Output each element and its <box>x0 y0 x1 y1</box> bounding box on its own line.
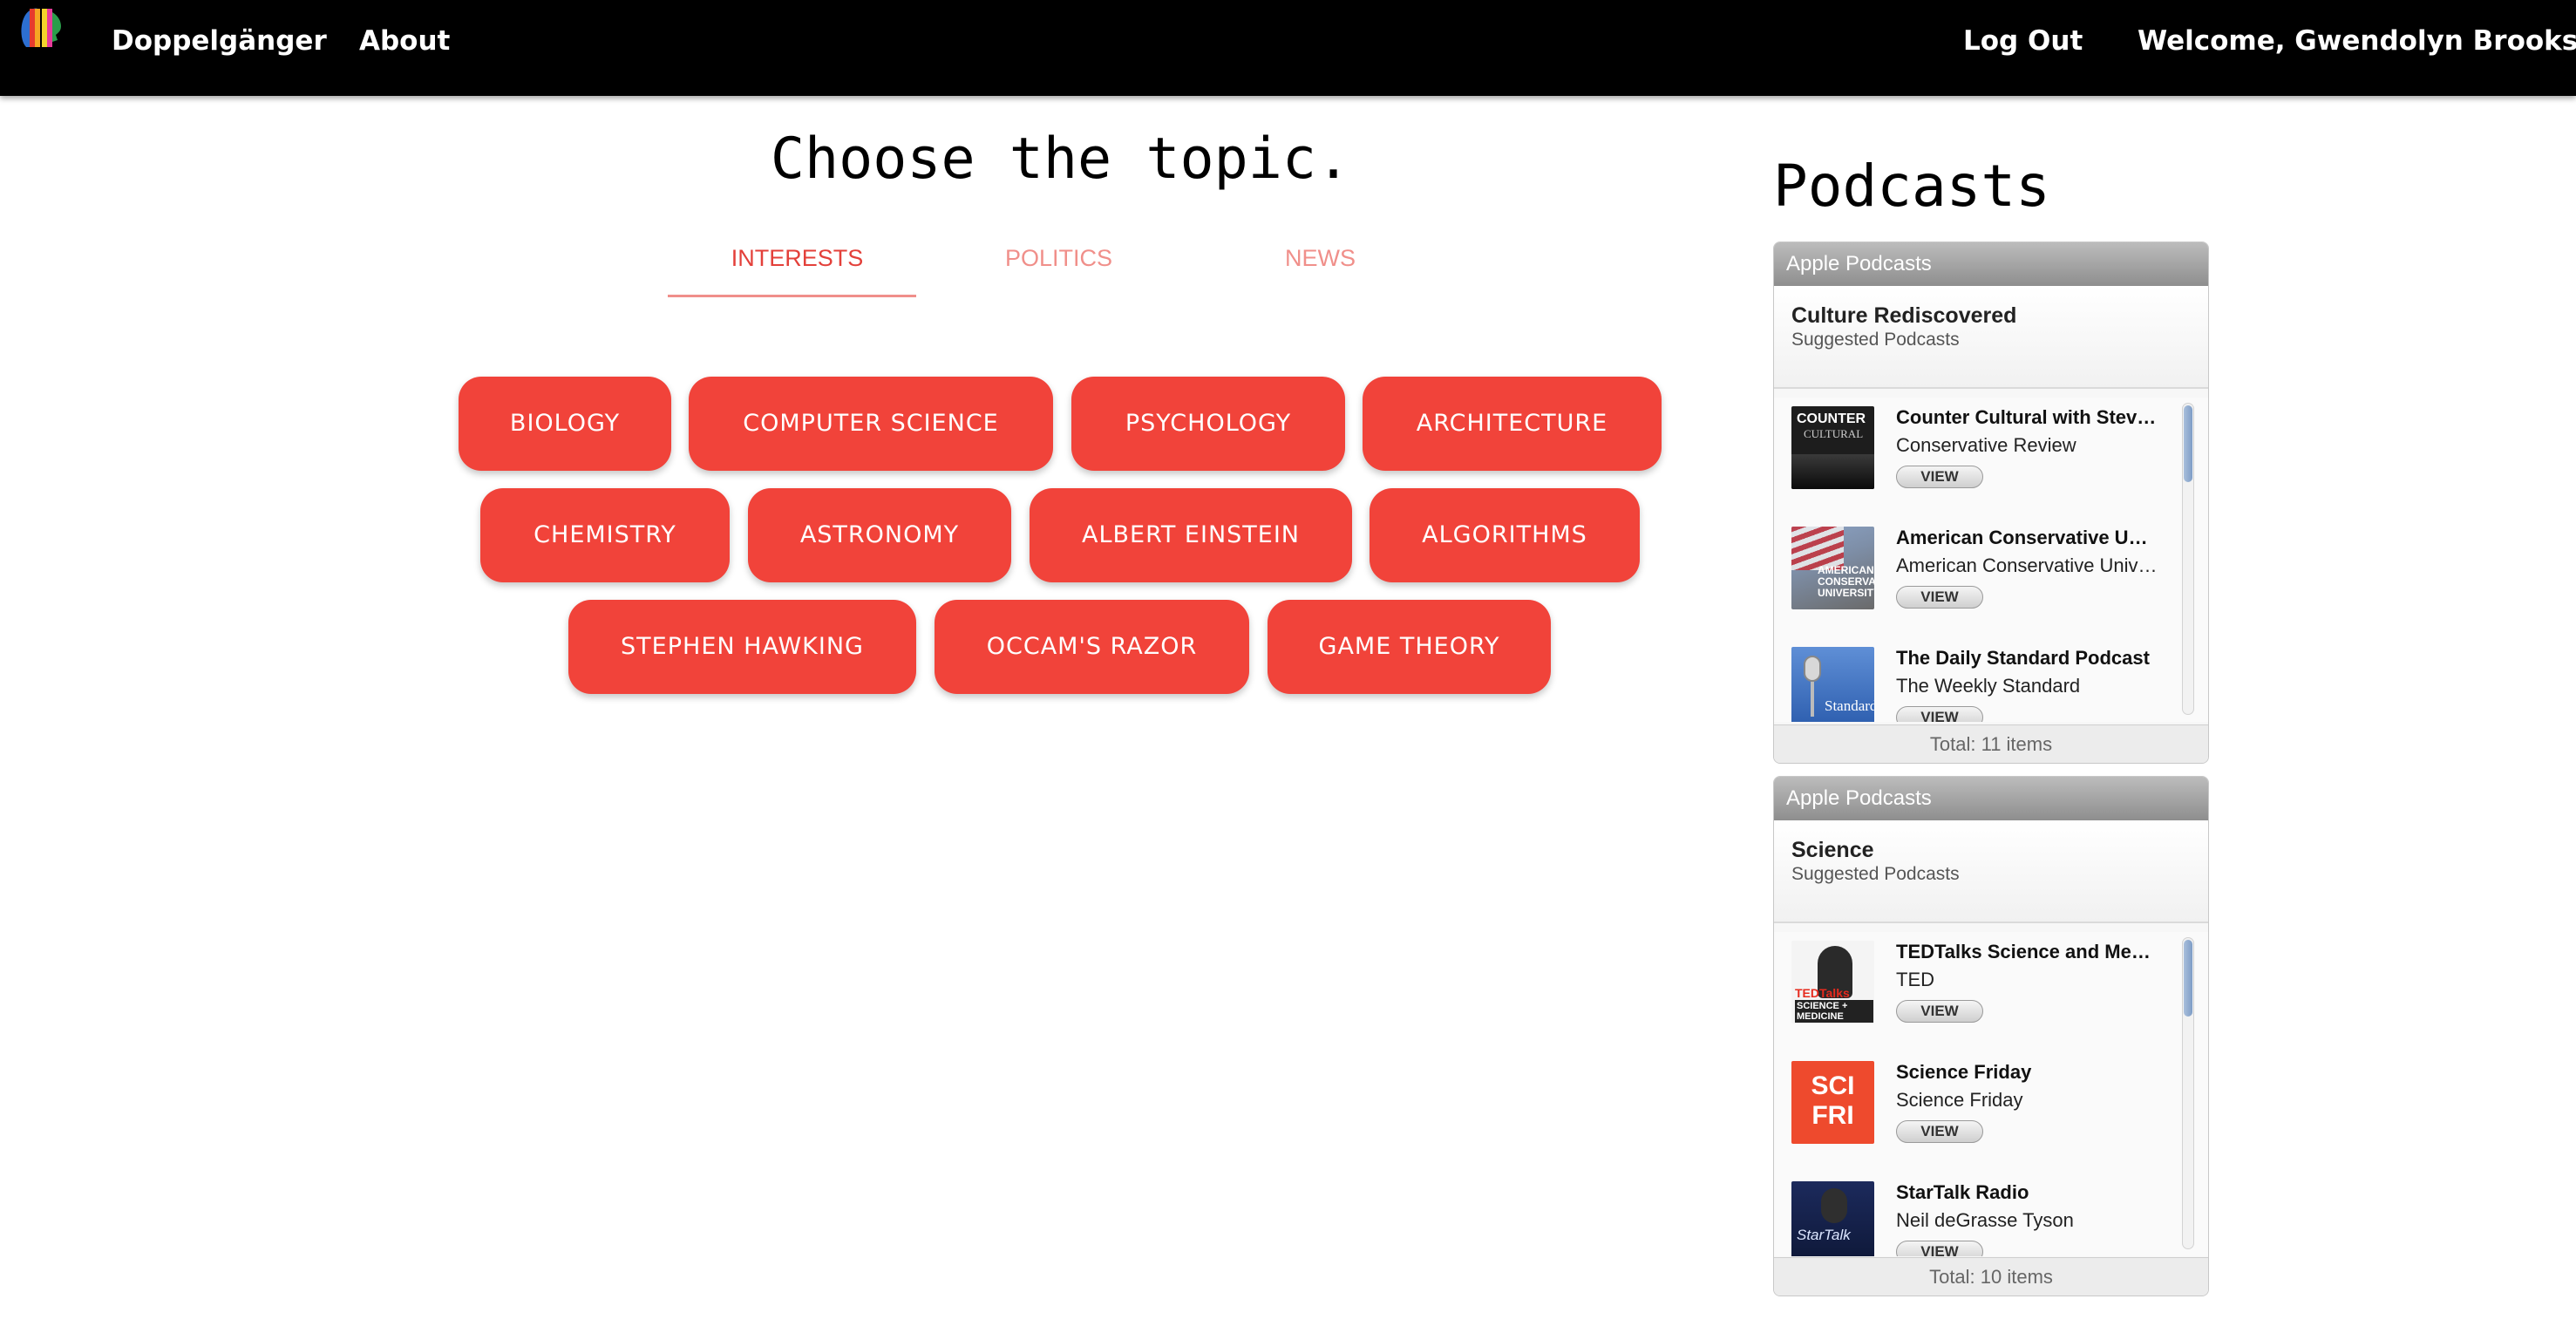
podcast-author: Conservative Review <box>1896 434 2076 456</box>
tab-news[interactable]: NEWS <box>1196 237 1444 279</box>
podcast-widget-science: Apple Podcasts Science Suggested Podcast… <box>1773 776 2209 1296</box>
view-button[interactable]: VIEW <box>1896 466 1983 488</box>
podcast-artwork: TEDTalks SCIENCE + MEDICINE <box>1791 941 1874 1024</box>
podcast-widget-culture: Apple Podcasts Culture Rediscovered Sugg… <box>1773 241 2209 764</box>
podcast-list[interactable]: COUNTER CULTURAL Counter Cultural with S… <box>1774 398 2208 722</box>
tab-politics[interactable]: POLITICS <box>935 237 1183 279</box>
tab-interests[interactable]: INTERESTS <box>673 237 921 279</box>
list-scrollbar[interactable] <box>2182 403 2194 715</box>
topic-chip-chemistry[interactable]: CHEMISTRY <box>480 488 730 582</box>
podcast-artwork: COUNTER CULTURAL <box>1791 406 1874 489</box>
page-title: Choose the topic. <box>770 126 1351 192</box>
topic-chip-psychology[interactable]: PSYCHOLOGY <box>1071 377 1345 471</box>
podcast-list-item[interactable]: StarTalk StarTalk Radio Neil deGrasse Ty… <box>1774 1173 2184 1256</box>
widget-title: Culture Rediscovered <box>1791 303 2017 328</box>
view-button[interactable]: VIEW <box>1896 1241 1983 1256</box>
doppelganger-logo-icon[interactable] <box>17 5 65 52</box>
topic-chip-albert-einstein[interactable]: ALBERT EINSTEIN <box>1030 488 1352 582</box>
podcast-author: Neil deGrasse Tyson <box>1896 1209 2074 1231</box>
topic-chip-computer-science[interactable]: COMPUTER SCIENCE <box>689 377 1053 471</box>
podcast-title[interactable]: StarTalk Radio <box>1896 1181 2158 1204</box>
view-button[interactable]: VIEW <box>1896 706 1983 722</box>
widget-header: Apple Podcasts <box>1774 242 2208 286</box>
topic-chip-occams-razor[interactable]: OCCAM'S RAZOR <box>935 600 1249 694</box>
widget-total: Total: 10 items <box>1774 1257 2208 1296</box>
podcast-artwork: SCI FRI <box>1791 1061 1874 1144</box>
podcasts-heading: Podcasts <box>1773 153 2050 220</box>
podcast-title[interactable]: TEDTalks Science and Medicine <box>1896 941 2158 963</box>
podcast-list-item[interactable]: Standard The Daily Standard Podcast The … <box>1774 638 2184 722</box>
podcast-author: American Conservative University <box>1896 554 2158 576</box>
topic-chip-algorithms[interactable]: ALGORITHMS <box>1370 488 1640 582</box>
widget-header: Apple Podcasts <box>1774 777 2208 820</box>
widget-title: Science <box>1791 838 1874 862</box>
view-button[interactable]: VIEW <box>1896 1000 1983 1023</box>
topic-chip-architecture[interactable]: ARCHITECTURE <box>1363 377 1662 471</box>
podcast-author: TED <box>1896 969 1934 990</box>
podcast-list-item[interactable]: TEDTalks SCIENCE + MEDICINE TEDTalks Sci… <box>1774 932 2184 1052</box>
podcast-title[interactable]: American Conservative University <box>1896 527 2158 549</box>
view-button[interactable]: VIEW <box>1896 586 1983 609</box>
podcast-author: The Weekly Standard <box>1896 675 2081 697</box>
widget-subheader: Science Suggested Podcasts <box>1774 820 2208 923</box>
podcast-artwork: AMERICAN CONSERVATIVE UNIVERSITY <box>1791 527 1874 609</box>
top-navbar: Doppelgänger About Log Out Welcome, Gwen… <box>0 0 2576 96</box>
welcome-user-label: Welcome, Gwendolyn Brooks <box>2138 25 2576 57</box>
logout-link[interactable]: Log Out <box>1963 21 2083 61</box>
podcast-list-item[interactable]: SCI FRI Science Friday Science Friday VI… <box>1774 1052 2184 1173</box>
list-scrollbar[interactable] <box>2182 937 2194 1249</box>
podcast-list-item[interactable]: COUNTER CULTURAL Counter Cultural with S… <box>1774 398 2184 518</box>
widget-subtitle: Suggested Podcasts <box>1791 864 1960 884</box>
widget-subtitle: Suggested Podcasts <box>1791 330 1960 350</box>
podcast-title[interactable]: The Daily Standard Podcast <box>1896 647 2158 670</box>
scrollbar-thumb[interactable] <box>2184 405 2192 482</box>
brand-link[interactable]: Doppelgänger <box>112 21 327 61</box>
topic-chip-stephen-hawking[interactable]: STEPHEN HAWKING <box>568 600 916 694</box>
topic-chip-game-theory[interactable]: GAME THEORY <box>1268 600 1551 694</box>
podcast-author: Science Friday <box>1896 1089 2023 1111</box>
widget-total: Total: 11 items <box>1774 724 2208 763</box>
podcast-title[interactable]: Counter Cultural with Steve Deace <box>1896 406 2158 429</box>
active-tab-indicator <box>668 295 916 297</box>
topic-chip-astronomy[interactable]: ASTRONOMY <box>748 488 1011 582</box>
scrollbar-thumb[interactable] <box>2184 940 2192 1017</box>
topic-chip-biology[interactable]: BIOLOGY <box>459 377 671 471</box>
podcast-title[interactable]: Science Friday <box>1896 1061 2158 1084</box>
widget-subheader: Culture Rediscovered Suggested Podcasts <box>1774 286 2208 389</box>
view-button[interactable]: VIEW <box>1896 1120 1983 1143</box>
podcast-list-item[interactable]: AMERICAN CONSERVATIVE UNIVERSITY America… <box>1774 518 2184 638</box>
about-link[interactable]: About <box>359 21 450 61</box>
podcast-list[interactable]: TEDTalks SCIENCE + MEDICINE TEDTalks Sci… <box>1774 932 2208 1256</box>
podcast-artwork: StarTalk <box>1791 1181 1874 1256</box>
podcast-artwork: Standard <box>1791 647 1874 722</box>
